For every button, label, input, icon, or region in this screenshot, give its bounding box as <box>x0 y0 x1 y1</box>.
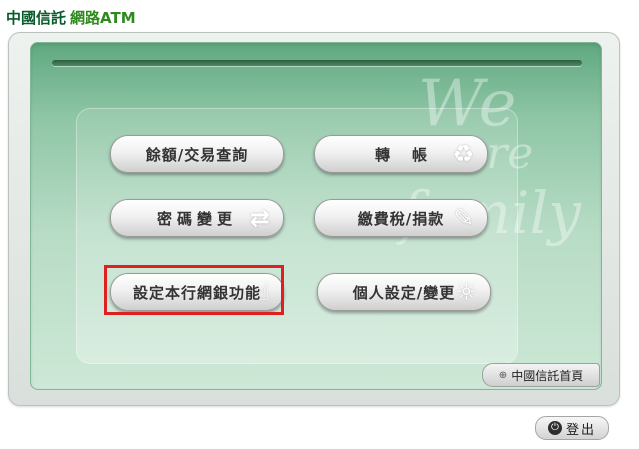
sun-rays-icon: ☼ <box>455 278 478 306</box>
watermark-line-1: We <box>418 67 517 141</box>
pay-tax-donate-label: 繳費稅/捐款 <box>357 209 445 228</box>
bank-name: 中國信託 <box>6 9 67 27</box>
set-online-banking-label: 設定本行網銀功能 <box>132 283 261 302</box>
home-link-button[interactable]: ⊕ 中國信託首頁 <box>482 363 600 387</box>
balance-query-button[interactable]: 餘額/交易查詢 <box>110 135 284 173</box>
personal-settings-label: 個人設定/變更 <box>352 283 456 302</box>
logout-button[interactable]: ⏻ 登出 <box>535 416 609 440</box>
product-name: 網路ATM <box>70 9 136 27</box>
logout-label: 登出 <box>565 422 596 438</box>
power-icon: ⏻ <box>547 421 562 435</box>
document-pen-icon: ✎ <box>453 204 475 232</box>
change-pin-button[interactable]: 密碼變更 ⇄ <box>110 199 284 237</box>
app-title: 中國信託 網路ATM <box>6 6 136 30</box>
arrow-circle-icon: ⊕ <box>498 369 508 381</box>
transfer-label: 轉帳 <box>374 145 449 164</box>
panel-top-bar <box>52 60 582 66</box>
family-watermark: We are family <box>400 67 581 282</box>
balance-query-label: 餘額/交易查詢 <box>145 145 249 164</box>
home-link-label: 中國信託首頁 <box>511 368 584 383</box>
swap-arrows-icon: ⇄ <box>249 204 271 232</box>
transfer-button[interactable]: 轉帳 ♻ <box>314 135 488 173</box>
change-pin-label: 密碼變更 <box>156 209 237 228</box>
personal-settings-button[interactable]: 個人設定/變更 ☼ <box>317 273 491 311</box>
recycle-arrows-icon: ♻ <box>452 140 475 168</box>
pay-tax-donate-button[interactable]: 繳費稅/捐款 ✎ <box>314 199 488 237</box>
